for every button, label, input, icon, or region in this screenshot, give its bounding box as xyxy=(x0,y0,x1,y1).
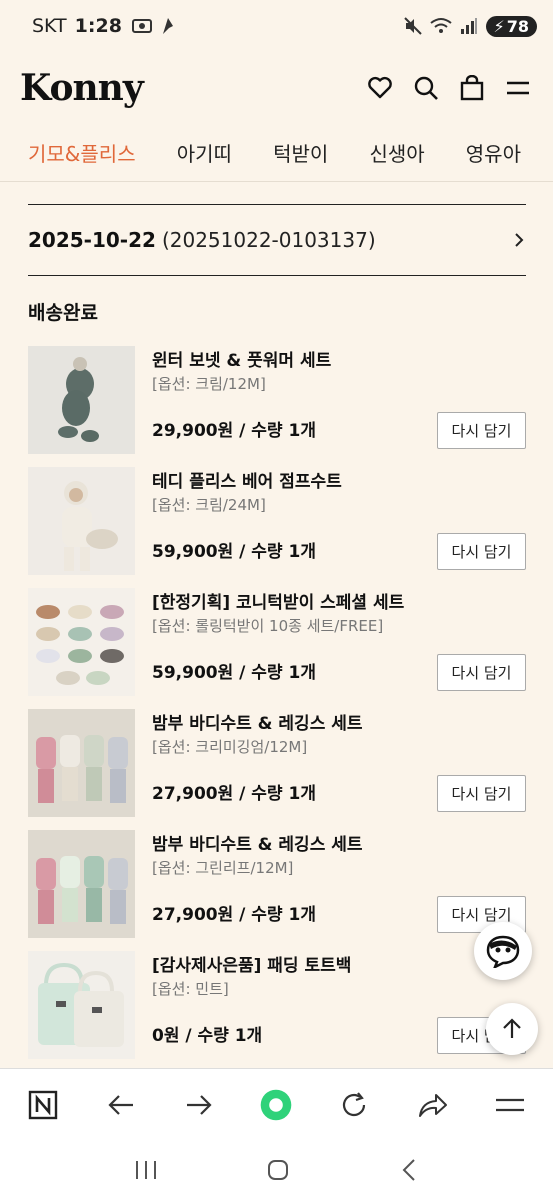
scroll-to-top-button[interactable] xyxy=(486,1003,538,1055)
product-option: [옵션: 크림/12M] xyxy=(152,375,266,393)
product-name[interactable]: [한정기획] 코니턱받이 스페셜 세트 xyxy=(152,588,404,613)
product-image[interactable] xyxy=(28,346,135,454)
tab-fleece[interactable]: 기모&플리스 xyxy=(28,138,136,167)
mute-icon xyxy=(403,17,422,35)
system-navigation-bar xyxy=(0,1140,553,1200)
product-name[interactable]: 밤부 바디수트 & 레깅스 세트 xyxy=(152,830,363,855)
clock: 1:28 xyxy=(74,15,122,37)
logo[interactable]: Konny xyxy=(20,67,144,109)
product-option: [옵션: 크림/24M] xyxy=(152,496,266,514)
add-to-cart-again-button[interactable]: 다시 담기 xyxy=(437,775,526,812)
product-image[interactable] xyxy=(28,830,135,938)
product-option: [옵션: 그린리프/12M] xyxy=(152,859,294,877)
menu-icon[interactable] xyxy=(505,75,531,101)
order-item: [감사제사은품] 패딩 토트백 [옵션: 민트] 0원 / 수량 1개 다시 담… xyxy=(28,951,526,1059)
product-image[interactable] xyxy=(28,467,135,575)
product-price-quantity: 27,900원 / 수량 1개 xyxy=(152,784,316,804)
add-to-cart-again-button[interactable]: 다시 담기 xyxy=(437,654,526,691)
tab-newborn[interactable]: 신생아 xyxy=(369,138,424,167)
tab-infant[interactable]: 영유아 xyxy=(466,138,521,167)
product-price-quantity: 29,900원 / 수량 1개 xyxy=(152,421,316,441)
order-item: 테디 플리스 베어 점프수트 [옵션: 크림/24M] 59,900원 / 수량… xyxy=(28,467,526,575)
product-option: [옵션: 롤링턱받이 10종 세트/FREE] xyxy=(152,617,384,635)
tab-bib[interactable]: 턱받이 xyxy=(273,138,328,167)
order-item: [한정기획] 코니턱받이 스페셜 세트 [옵션: 롤링턱받이 10종 세트/FR… xyxy=(28,588,526,696)
chevron-right-icon xyxy=(515,233,524,247)
product-image[interactable] xyxy=(28,709,135,817)
search-icon[interactable] xyxy=(413,75,439,101)
menu-icon[interactable] xyxy=(493,1088,527,1122)
product-option: [옵션: 민트] xyxy=(152,980,229,998)
tab-baby-carrier[interactable]: 아기띠 xyxy=(177,138,232,167)
product-image[interactable] xyxy=(28,588,135,696)
wifi-icon xyxy=(429,18,452,33)
category-tabs: 기모&플리스 아기띠 턱받이 신생아 영유아 xyxy=(0,124,553,182)
browser-toolbar xyxy=(0,1068,553,1140)
add-to-cart-again-button[interactable]: 다시 담기 xyxy=(437,412,526,449)
order-item: 윈터 보넷 & 풋워머 세트 [옵션: 크림/12M] 29,900원 / 수량… xyxy=(28,346,526,454)
product-price-quantity: 59,900원 / 수량 1개 xyxy=(152,663,316,683)
product-name[interactable]: [감사제사은품] 패딩 토트백 xyxy=(152,951,351,976)
forward-arrow-icon[interactable] xyxy=(182,1088,216,1122)
arrow-up-icon xyxy=(503,1018,521,1038)
order-date: 2025-10-22 xyxy=(28,228,156,252)
app-notification-icon xyxy=(162,18,173,34)
product-price-quantity: 59,900원 / 수량 1개 xyxy=(152,542,316,562)
recent-apps-icon[interactable] xyxy=(134,1159,158,1181)
battery-level: 78 xyxy=(506,16,529,36)
refresh-icon[interactable] xyxy=(337,1088,371,1122)
home-icon[interactable] xyxy=(266,1158,290,1182)
chat-bubble-icon xyxy=(486,935,520,968)
back-arrow-icon[interactable] xyxy=(104,1088,138,1122)
signal-icon xyxy=(460,18,477,34)
battery-indicator: ⚡ 78 xyxy=(485,15,537,37)
product-price-quantity: 0원 / 수량 1개 xyxy=(152,1026,263,1046)
product-image[interactable] xyxy=(28,951,135,1059)
back-icon[interactable] xyxy=(399,1158,419,1182)
add-to-cart-again-button[interactable]: 다시 담기 xyxy=(437,533,526,570)
order-item: 밤부 바디수트 & 레깅스 세트 [옵션: 그린리프/12M] 27,900원 … xyxy=(28,830,526,938)
order-number: (20251022-0103137) xyxy=(161,228,376,252)
status-bar: SKT 1:28 ⚡ 78 xyxy=(0,0,553,52)
site-header: Konny xyxy=(0,52,553,124)
green-dot-home-icon[interactable] xyxy=(259,1088,293,1122)
product-name[interactable]: 테디 플리스 베어 점프수트 xyxy=(152,467,342,492)
share-icon[interactable] xyxy=(415,1088,449,1122)
screenshot-icon xyxy=(131,19,152,33)
order-header-row[interactable]: 2025-10-22 (20251022-0103137) xyxy=(28,204,526,276)
order-item: 밤부 바디수트 & 레깅스 세트 [옵션: 크리미깅엄/12M] 27,900원… xyxy=(28,709,526,817)
product-name[interactable]: 윈터 보넷 & 풋워머 세트 xyxy=(152,346,331,371)
chat-support-button[interactable] xyxy=(474,922,532,980)
shopping-bag-icon[interactable] xyxy=(459,75,485,101)
naver-home-icon[interactable] xyxy=(26,1088,60,1122)
wishlist-heart-icon[interactable] xyxy=(367,75,393,101)
product-name[interactable]: 밤부 바디수트 & 레깅스 세트 xyxy=(152,709,363,734)
product-option: [옵션: 크리미깅엄/12M] xyxy=(152,738,308,756)
product-price-quantity: 27,900원 / 수량 1개 xyxy=(152,905,316,925)
carrier: SKT xyxy=(32,15,67,37)
delivery-status-title: 배송완료 xyxy=(28,302,98,324)
